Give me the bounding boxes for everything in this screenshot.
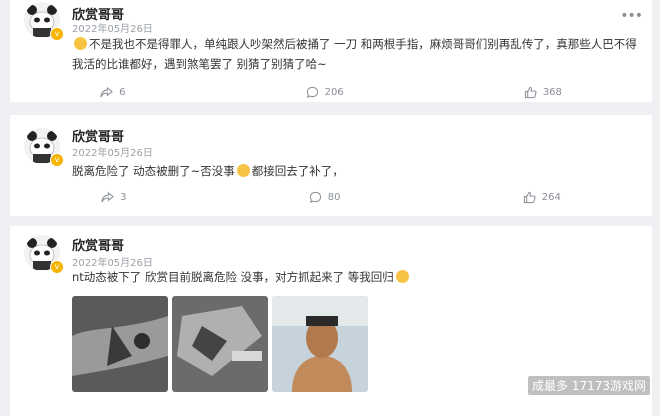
like-count: 264 [541, 191, 561, 203]
share-button[interactable]: 3 [101, 191, 127, 204]
verified-badge-icon: v [50, 153, 64, 167]
comment-count: 206 [324, 86, 344, 98]
hospital-bed-photo [272, 296, 368, 392]
post-photo[interactable] [172, 296, 268, 392]
like-count: 368 [542, 86, 562, 98]
post-date: 2022年05月26日 [72, 148, 153, 159]
author-name[interactable]: 欣赏哥哥 [72, 235, 124, 254]
post-photo[interactable] [72, 296, 168, 392]
photo-grid [72, 296, 368, 392]
post-date: 2022年05月26日 [72, 24, 153, 35]
like-button[interactable]: 264 [523, 191, 561, 204]
comment-button[interactable]: 80 [309, 191, 341, 204]
wounded-arm-photo [72, 296, 168, 392]
comment-icon [306, 86, 318, 98]
share-button[interactable]: 6 [100, 86, 125, 99]
watermark-text: 成最多 17173游戏网 [528, 376, 650, 395]
post-card: v 欣赏哥哥 2022年05月26日 ••• 不是我也不是得罪人，单纯跟人吵架然… [10, 0, 652, 102]
comment-button[interactable]: 206 [306, 86, 344, 99]
comment-icon [309, 191, 321, 203]
author-name[interactable]: 欣赏哥哥 [72, 126, 124, 145]
like-icon [524, 86, 537, 98]
like-icon [523, 191, 536, 203]
share-count: 6 [119, 86, 126, 98]
verified-badge-icon: v [50, 260, 64, 274]
share-icon [100, 86, 113, 97]
post-card: v 欣赏哥哥 2022年05月26日 脱离危险了 动态被删了~否没事 都接回去了补… [10, 115, 652, 216]
share-icon [101, 191, 115, 202]
sweat-emoji-icon [395, 270, 409, 283]
comment-count: 80 [327, 191, 341, 203]
post-actions: 3 80 264 [10, 187, 652, 207]
injured-hand-photo [172, 296, 268, 392]
share-count: 3 [120, 191, 127, 203]
like-button[interactable]: 368 [524, 86, 562, 99]
more-dots-icon[interactable]: ••• [620, 8, 643, 24]
crying-emoji-icon [74, 37, 87, 50]
post-text: 脱离危险了 动态被删了~否没事 都接回去了补了， [72, 164, 344, 178]
post-text: 不是我也不是得罪人，单纯跟人吵架然后被捅了 一刀 和两根手指，麻烦哥哥们别再乱传… [72, 37, 637, 71]
post-actions: 6 206 368 [10, 82, 652, 102]
post-text: nt动态被下了 欣赏目前脱离危险 没事，对方抓起来了 等我回归 [72, 267, 638, 287]
cat-emoji-icon [236, 164, 250, 177]
verified-badge-icon: v [50, 27, 64, 41]
post-photo[interactable] [272, 296, 368, 392]
